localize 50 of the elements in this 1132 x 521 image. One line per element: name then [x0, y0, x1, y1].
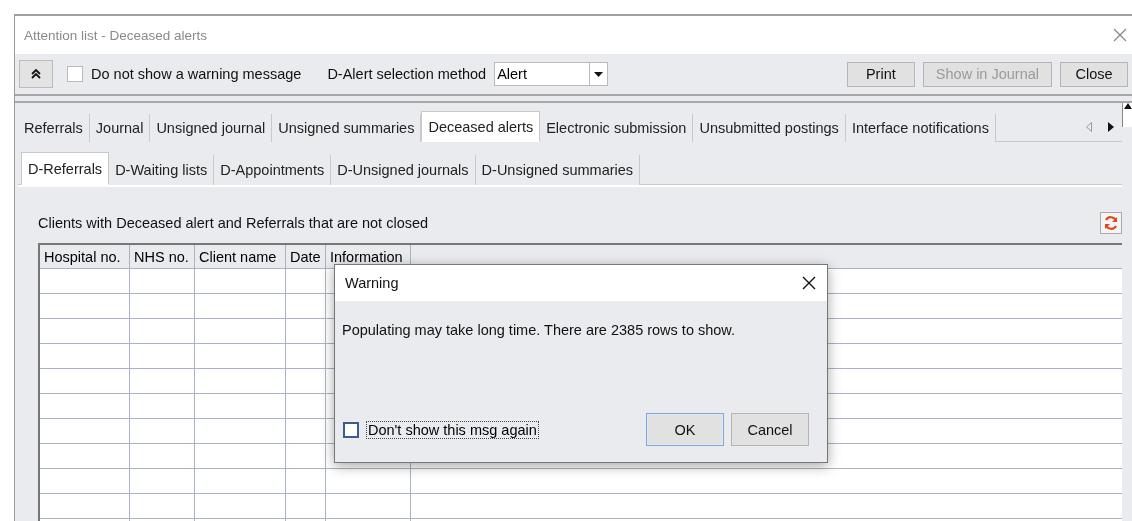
dialog-button[interactable]: OK [646, 413, 724, 446]
collapse-button[interactable] [19, 60, 53, 88]
table-cell [286, 444, 326, 469]
table-cell [130, 319, 195, 344]
tab[interactable]: Electronic submission [540, 114, 694, 142]
checkbox[interactable] [343, 421, 359, 438]
column-header[interactable]: Hospital no. [40, 245, 130, 269]
dialog-title: Warning [345, 275, 399, 291]
tab[interactable]: Referrals [18, 114, 90, 142]
column-header[interactable]: NHS no. [130, 245, 195, 269]
table-caption: Clients with Deceased alert and Referrals that are not closed [38, 215, 429, 231]
table-cell [130, 469, 195, 494]
subtab[interactable]: D-Appointments [214, 155, 332, 185]
column-header[interactable]: Date [286, 245, 326, 269]
table-cell [130, 344, 195, 369]
table-cell [130, 444, 195, 469]
table-cell [130, 369, 195, 394]
checkbox[interactable] [67, 66, 83, 82]
close-icon[interactable] [801, 275, 817, 291]
refresh-icon [1103, 215, 1119, 231]
tab[interactable]: Unsigned summaries [272, 114, 422, 142]
table-cell [286, 469, 326, 494]
table-cell [130, 419, 195, 444]
table-cell [130, 294, 195, 319]
table-cell [130, 494, 195, 519]
window-title: Attention list - Deceased alerts [24, 27, 208, 43]
subtab[interactable]: D-Unsigned summaries [475, 155, 641, 185]
scroll-up-icon[interactable] [1122, 103, 1132, 127]
checkbox-label: Do not show a warning message [91, 66, 302, 82]
table-cell [286, 494, 326, 519]
double-chevron-up-icon [31, 69, 41, 79]
tab[interactable]: Journal [89, 114, 151, 142]
tab[interactable]: Interface notifications [845, 114, 996, 142]
subtab[interactable]: D-Unsigned journals [331, 155, 476, 185]
subtab[interactable]: D-Referrals [21, 152, 110, 185]
table-cell [130, 269, 195, 294]
dialog-message: Populating may take long time. There are 2385 rows to show. [342, 322, 737, 338]
toolbar-button[interactable]: Print [846, 61, 915, 87]
tab[interactable]: Unsubmitted postings [693, 114, 846, 142]
selection-method-label: D-Alert selection method [327, 66, 487, 82]
tab[interactable]: Deceased alerts [421, 111, 541, 142]
checkbox-label: Don't show this msg again [366, 420, 539, 439]
tab[interactable]: Unsigned journal [150, 114, 273, 142]
selection-method-dropdown[interactable]: Alert [494, 62, 609, 86]
column-header[interactable]: Client name [195, 245, 286, 269]
table-cell [130, 394, 195, 419]
toolbar-button[interactable]: Close [1060, 61, 1128, 87]
dialog-button[interactable]: Cancel [731, 413, 809, 446]
subtab[interactable]: D-Waiting lists [109, 155, 215, 185]
refresh-button[interactable] [1100, 212, 1122, 234]
